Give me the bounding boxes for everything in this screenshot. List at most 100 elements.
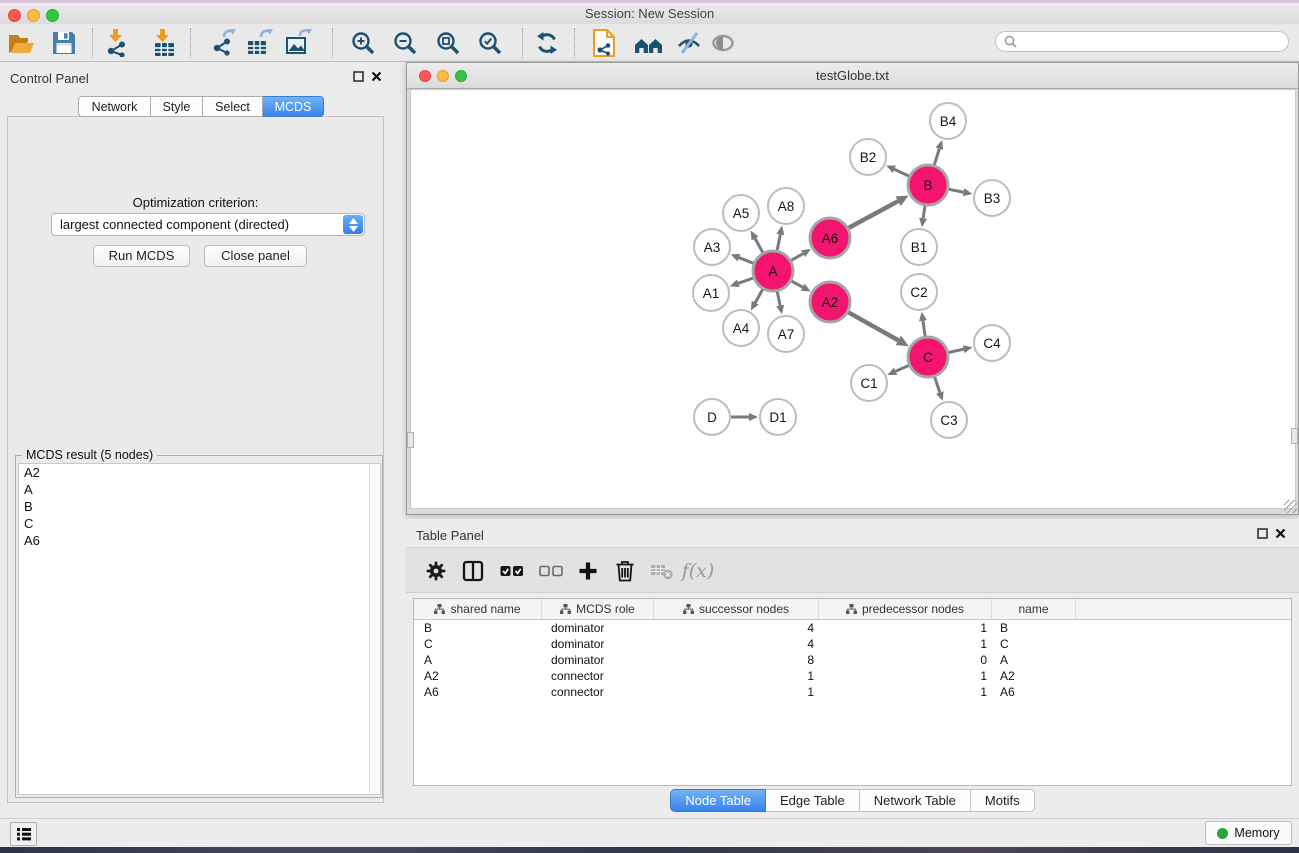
zoom-view-button[interactable] (455, 70, 467, 82)
column-type-icon (846, 604, 857, 614)
column-header-predecessor-nodes[interactable]: predecessor nodes (819, 599, 992, 619)
close-panel-icon[interactable] (371, 71, 382, 82)
new-network-from-selection-icon[interactable] (588, 27, 620, 59)
close-panel-button[interactable]: Close panel (204, 245, 307, 267)
split-table-columns-icon[interactable] (459, 558, 487, 584)
create-column-plus-icon[interactable] (574, 558, 602, 584)
table-row[interactable]: A dominator 8 0 A (414, 652, 1291, 668)
minimize-view-button[interactable] (437, 70, 449, 82)
show-tasks-button[interactable] (10, 822, 37, 846)
table-row[interactable]: A2 connector 1 1 A2 (414, 668, 1291, 684)
list-item[interactable]: A (19, 481, 380, 498)
column-header-successor-nodes[interactable]: successor nodes (654, 599, 819, 619)
mcds-tab-pane: Optimization criterion: largest connecte… (7, 116, 384, 803)
cell: 1 (819, 621, 992, 635)
cell: A6 (992, 685, 1076, 699)
import-table-icon[interactable] (148, 27, 180, 59)
tab-network[interactable]: Network (78, 96, 151, 117)
memory-button[interactable]: Memory (1205, 821, 1292, 845)
hide-graphics-details-icon[interactable] (673, 27, 705, 59)
column-header-name[interactable]: name (992, 599, 1076, 619)
cell: dominator (542, 621, 654, 635)
close-view-button[interactable] (419, 70, 431, 82)
right-edge-grip[interactable] (1291, 428, 1298, 444)
cell: connector (542, 685, 654, 699)
deselect-all-columns-icon[interactable] (537, 558, 565, 584)
tab-mcds[interactable]: MCDS (263, 96, 324, 117)
mcds-result-list[interactable]: A2 A B C A6 (18, 463, 381, 795)
criterion-value: largest connected component (directed) (60, 217, 289, 232)
cell: B (992, 621, 1076, 635)
cell: C (992, 637, 1076, 651)
list-item[interactable]: A2 (19, 464, 380, 481)
graph-node-label: A6 (822, 231, 839, 246)
column-header-mcds-role[interactable]: MCDS role (542, 599, 654, 619)
run-mcds-button[interactable]: Run MCDS (93, 245, 190, 267)
cell: dominator (542, 653, 654, 667)
table-header-row: shared name MCDS role successor nodes pr… (414, 599, 1291, 620)
search-input[interactable] (1017, 35, 1280, 49)
status-bar: Memory (0, 818, 1299, 847)
close-panel-icon[interactable] (1275, 528, 1286, 539)
export-table-icon[interactable] (243, 27, 275, 59)
zoom-out-icon[interactable] (389, 27, 421, 59)
cell: A2 (992, 669, 1076, 683)
graph-node-label: C2 (910, 285, 927, 300)
minimize-window-button[interactable] (27, 9, 40, 22)
list-scrollbar[interactable] (369, 464, 380, 794)
table-panel-title: Table Panel (416, 528, 484, 543)
zoom-fit-icon[interactable] (432, 27, 464, 59)
houses-icon[interactable] (633, 27, 665, 59)
search-icon (1004, 35, 1017, 48)
cell: connector (542, 669, 654, 683)
criterion-dropdown[interactable]: largest connected component (directed) (51, 213, 365, 236)
panel-window-buttons (1257, 528, 1286, 539)
tab-node-table[interactable]: Node Table (670, 789, 766, 812)
graph-node-label: C (923, 350, 933, 365)
open-session-icon[interactable] (5, 27, 37, 59)
show-eye-icon[interactable] (707, 27, 739, 59)
delete-table-icon[interactable] (648, 558, 676, 584)
list-item[interactable]: B (19, 498, 380, 515)
tab-style[interactable]: Style (151, 96, 203, 117)
cell: 4 (654, 637, 819, 651)
zoom-in-icon[interactable] (347, 27, 379, 59)
apply-layout-icon[interactable] (531, 27, 563, 59)
select-all-columns-icon[interactable] (498, 558, 526, 584)
table-row[interactable]: B dominator 4 1 B (414, 620, 1291, 636)
network-window-titlebar[interactable]: testGlobe.txt (407, 63, 1298, 89)
cell: 1 (819, 685, 992, 699)
table-options-gear-icon[interactable] (422, 558, 450, 584)
function-builder-fx[interactable]: f(x) (684, 558, 712, 584)
column-header-shared-name[interactable]: shared name (414, 599, 542, 619)
mcds-result-title: MCDS result (5 nodes) (22, 448, 157, 462)
float-panel-icon[interactable] (353, 71, 364, 82)
zoom-window-button[interactable] (46, 9, 59, 22)
tab-network-table[interactable]: Network Table (860, 789, 971, 812)
delete-column-trash-icon[interactable] (611, 558, 639, 584)
network-graph[interactable]: AA1A3A5A8A4A7A6A2BB2B4B3B1CC2C4C1C3DD1 (410, 89, 1296, 509)
tab-select[interactable]: Select (203, 96, 263, 117)
table-row[interactable]: C dominator 4 1 C (414, 636, 1291, 652)
float-panel-icon[interactable] (1257, 528, 1268, 539)
column-type-icon (560, 604, 571, 614)
search-field[interactable] (995, 31, 1289, 52)
task-list-icon (16, 827, 32, 841)
import-network-icon[interactable] (101, 27, 133, 59)
tab-motifs[interactable]: Motifs (971, 789, 1035, 812)
close-window-button[interactable] (8, 9, 21, 22)
list-item[interactable]: C (19, 515, 380, 532)
zoom-selected-icon[interactable] (474, 27, 506, 59)
desktop-background (0, 847, 1299, 853)
list-item[interactable]: A6 (19, 532, 380, 549)
graph-node-label: B4 (940, 114, 957, 129)
save-session-icon[interactable] (48, 27, 80, 59)
control-panel: Control Panel Network Style Select MCDS … (0, 62, 392, 818)
tab-edge-table[interactable]: Edge Table (766, 789, 860, 812)
export-image-icon[interactable] (282, 27, 314, 59)
left-edge-grip[interactable] (407, 432, 414, 448)
export-network-icon[interactable] (208, 27, 240, 59)
table-panel-tabs: Node Table Edge Table Network Table Moti… (406, 789, 1299, 812)
resize-grip[interactable] (1284, 500, 1297, 513)
table-row[interactable]: A6 connector 1 1 A6 (414, 684, 1291, 700)
